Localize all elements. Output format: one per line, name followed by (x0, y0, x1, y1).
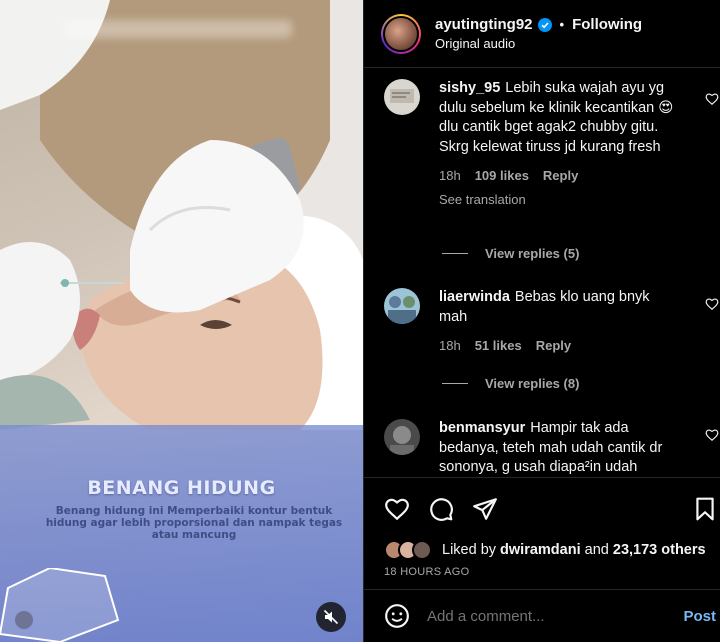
blurred-watermark (62, 20, 292, 38)
liked-by-and: and (584, 542, 609, 558)
comment-input[interactable] (427, 607, 667, 625)
post-media-video[interactable]: BENANG HIDUNG Benang hidung ini Memperba… (0, 0, 363, 642)
post-details-panel: ayutingting92 • Following Original audio… (363, 0, 720, 642)
comment-bubble-icon[interactable] (428, 496, 454, 522)
overlay-title: BENANG HIDUNG (87, 477, 276, 499)
like-comment-heart-icon[interactable] (705, 92, 719, 106)
comment-time[interactable]: 18h (439, 166, 461, 186)
add-comment-bar: Post (364, 589, 720, 642)
commenter-avatar[interactable] (384, 419, 420, 455)
like-comment-heart-icon[interactable] (705, 428, 719, 442)
comment-time[interactable]: 18h (439, 336, 461, 356)
post-comment-button[interactable]: Post (683, 608, 716, 625)
comment-username[interactable]: liaerwinda (439, 289, 510, 305)
post-header: ayutingting92 • Following Original audio (364, 0, 720, 68)
liked-by-others[interactable]: 23,173 others (613, 542, 706, 558)
commenter-avatar[interactable] (384, 79, 420, 115)
liker-avatars[interactable] (384, 540, 432, 560)
liked-by-prefix: Liked by (442, 542, 497, 558)
like-heart-icon[interactable] (384, 496, 410, 522)
comment-username[interactable]: sishy_95 (439, 80, 500, 96)
mute-button[interactable] (316, 602, 346, 632)
save-bookmark-icon[interactable] (692, 496, 718, 522)
commenter-avatar[interactable] (384, 288, 420, 324)
comment-likes[interactable]: 51 likes (475, 336, 522, 356)
share-paper-plane-icon[interactable] (472, 496, 498, 522)
verified-badge-icon (537, 17, 552, 32)
liked-by-user[interactable]: dwiramdani (500, 542, 581, 558)
comment-likes[interactable]: 109 likes (475, 166, 529, 186)
post-time-ago[interactable]: 18 HOURS AGO (384, 566, 470, 578)
view-replies-button[interactable]: View replies (8) (442, 376, 579, 391)
author-avatar[interactable] (381, 13, 421, 54)
separator-dot: • (559, 17, 565, 32)
view-replies-label: View replies (5) (485, 246, 580, 261)
overlay-description: Benang hidung ini Memperbaiki kontur ben… (45, 505, 343, 541)
speaker-muted-icon (323, 609, 339, 625)
author-username[interactable]: ayutingting92 (435, 16, 533, 33)
clinic-logo-hex (0, 568, 120, 642)
reply-button[interactable]: Reply (543, 166, 578, 186)
emoji-picker-icon[interactable] (384, 603, 410, 629)
post-actions: Liked by dwiramdani and 23,173 others 18… (364, 477, 720, 589)
audio-label[interactable]: Original audio (435, 36, 642, 51)
comments-list[interactable]: sishy_95 Lebih suka wajah ayu yg dulu seb… (364, 69, 720, 476)
like-comment-heart-icon[interactable] (705, 297, 719, 311)
comment-username[interactable]: benmansyur (439, 420, 525, 436)
reply-button[interactable]: Reply (536, 336, 571, 356)
view-replies-label: View replies (8) (485, 376, 580, 391)
view-replies-button[interactable]: View replies (5) (442, 246, 579, 261)
liked-by-row: Liked by dwiramdani and 23,173 others (384, 540, 706, 560)
following-button[interactable]: Following (572, 16, 642, 33)
see-translation-button[interactable]: See translation (439, 190, 679, 210)
